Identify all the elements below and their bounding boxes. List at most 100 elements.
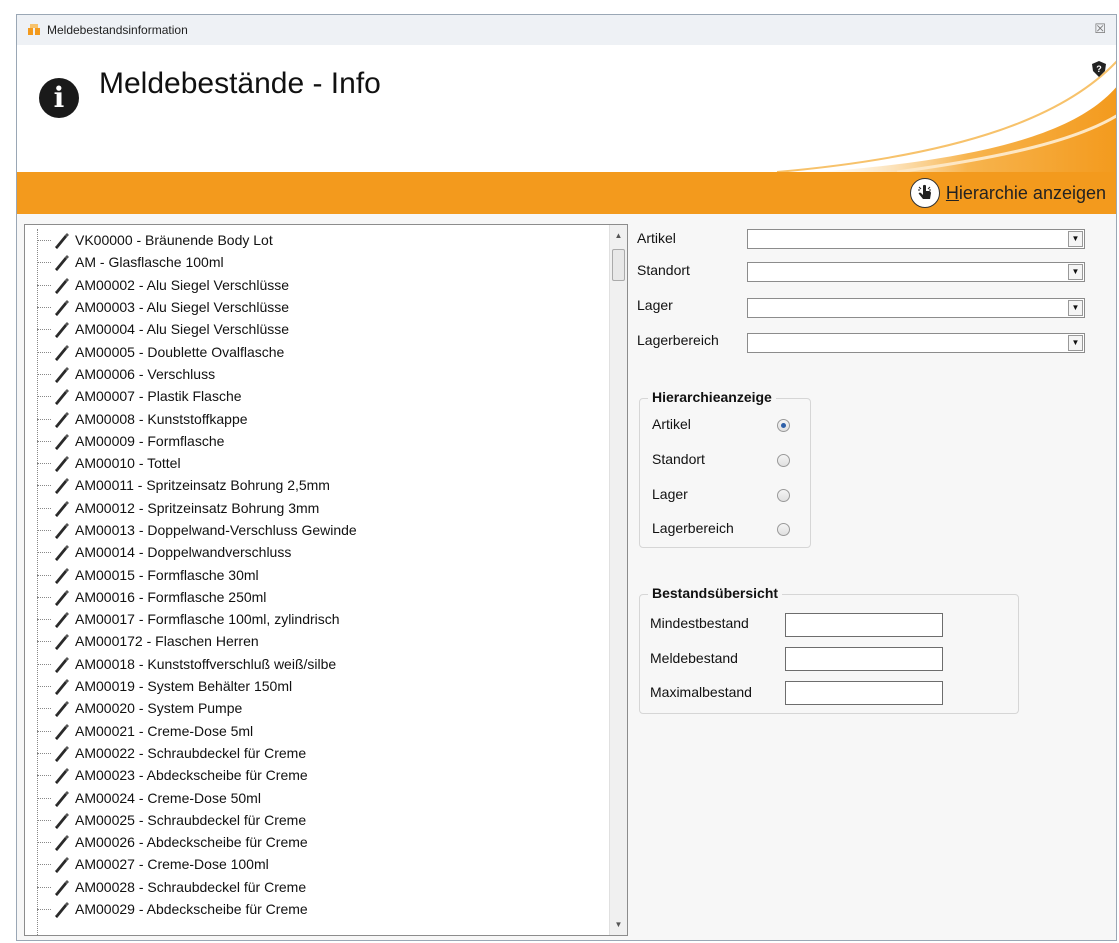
tool-icon [53,454,71,473]
tree-item[interactable]: AM00027 - Creme-Dose 100ml [25,853,609,875]
meldebestand-field[interactable] [785,647,943,671]
standort-select[interactable]: ▼ [747,262,1085,282]
tool-icon [53,878,71,896]
tree-item[interactable]: AM00013 - Doppelwand-Verschluss Gewinde [25,519,609,541]
standort-label: Standort [637,262,690,278]
tool-icon [53,610,71,629]
app-window: Meldebestandsinformation ☒ i Meldebestän… [16,14,1117,941]
tree-item[interactable]: AM00007 - Plastik Flasche [25,385,609,407]
tool-icon [53,543,71,562]
article-tree[interactable]: VK00000 - Bräunende Body Lot AM - Glasfla… [24,224,628,936]
radio-label-lager: Lager [652,486,688,502]
artikel-select[interactable]: ▼ [747,229,1085,249]
tree-item[interactable]: AM00009 - Formflasche [25,430,609,452]
tree-item[interactable]: AM00018 - Kunststoffverschluß weiß/silbe [25,653,609,675]
tree-item-label: AM00008 - Kunststoffkappe [75,410,248,427]
tree-item-label: VK00000 - Bräunende Body Lot [75,232,273,249]
tree-item-label: AM00003 - Alu Siegel Verschlüsse [75,299,290,316]
tool-icon [53,432,71,450]
tree-item[interactable]: AM00028 - Schraubdeckel für Creme [25,876,609,898]
tree-item-label: AM00017 - Formflasche 100ml, zylindrisch [75,611,340,628]
tree-item-label: AM00022 - Schraubdeckel für Creme [75,744,307,761]
tool-icon [53,365,71,383]
lagerbereich-label: Lagerbereich [637,332,719,348]
tree-item-label: AM00015 - Formflasche 30ml [75,566,259,583]
radio-label-lagerbereich: Lagerbereich [652,520,734,536]
tree-item-label: AM00021 - Creme-Dose 5ml [75,722,254,739]
tree-item-label: AM000172 - Flaschen Herren [75,633,259,650]
meldebestand-label: Meldebestand [650,650,738,666]
tree-item[interactable]: AM00024 - Creme-Dose 50ml [25,786,609,808]
tree-item-label: AM00005 - Doublette Ovalflasche [75,343,285,360]
tree-item[interactable]: AM000172 - Flaschen Herren [25,630,609,652]
tree-item[interactable]: VK00000 - Bräunende Body Lot [25,229,609,251]
tool-icon [53,566,71,584]
radio-artikel[interactable] [777,419,790,432]
tree-item-label: AM00014 - Doppelwandverschluss [75,544,292,561]
show-hierarchy-button[interactable]: Hierarchie anzeigen [909,177,1106,209]
tree-item[interactable]: AM00016 - Formflasche 250ml [25,586,609,608]
tree-item[interactable]: AM00008 - Kunststoffkappe [25,407,609,429]
tool-icon [53,655,71,673]
tree-item[interactable]: AM00014 - Doppelwandverschluss [25,541,609,563]
tree-item-label: AM00010 - Tottel [75,455,181,472]
tree-item[interactable]: AM00010 - Tottel [25,452,609,474]
tree-list: VK00000 - Bräunende Body Lot AM - Glasfla… [25,229,609,920]
tree-item[interactable]: AM00002 - Alu Siegel Verschlüsse [25,274,609,296]
tree-item-label: AM00024 - Creme-Dose 50ml [75,789,261,806]
scroll-thumb[interactable] [612,249,625,281]
radio-lager[interactable] [777,489,790,502]
tree-item[interactable]: AM00025 - Schraubdeckel für Creme [25,809,609,831]
tree-item[interactable]: AM00029 - Abdeckscheibe für Creme [25,898,609,920]
vertical-scrollbar[interactable]: ▲ ▼ [609,225,627,935]
tree-item[interactable]: AM00022 - Schraubdeckel für Creme [25,742,609,764]
tree-item-label: AM00011 - Spritzeinsatz Bohrung 2,5mm [75,477,330,494]
tree-item-label: AM00006 - Verschluss [75,365,216,382]
tool-icon [53,855,71,874]
tool-icon [53,744,71,762]
help-shield-icon[interactable]: ? [1092,61,1106,77]
tree-item[interactable]: AM00026 - Abdeckscheibe für Creme [25,831,609,853]
tree-item[interactable]: AM00021 - Creme-Dose 5ml [25,720,609,742]
tool-icon [53,499,71,517]
tree-item[interactable]: AM00004 - Alu Siegel Verschlüsse [25,318,609,340]
scroll-down-icon[interactable]: ▼ [610,916,627,933]
chevron-down-icon: ▼ [1068,335,1083,351]
chevron-down-icon: ▼ [1068,264,1083,280]
tree-item[interactable]: AM00023 - Abdeckscheibe für Creme [25,764,609,786]
tree-item[interactable]: AM00017 - Formflasche 100ml, zylindrisch [25,608,609,630]
info-icon: i [39,78,79,118]
mindestbestand-field[interactable] [785,613,943,637]
tree-item[interactable]: AM00012 - Spritzeinsatz Bohrung 3mm [25,497,609,519]
tool-icon [53,521,71,539]
tree-item-label: AM - Glasflasche 100ml [75,254,224,271]
tree-item[interactable]: AM00005 - Doublette Ovalflasche [25,340,609,362]
tree-item[interactable]: AM00011 - Spritzeinsatz Bohrung 2,5mm [25,474,609,496]
lagerbereich-select[interactable]: ▼ [747,333,1085,353]
lager-select[interactable]: ▼ [747,298,1085,318]
tree-item[interactable]: AM00003 - Alu Siegel Verschlüsse [25,296,609,318]
scroll-up-icon[interactable]: ▲ [610,227,627,244]
tree-item[interactable]: AM00020 - System Pumpe [25,697,609,719]
artikel-label: Artikel [637,230,676,246]
tree-item[interactable]: AM00006 - Verschluss [25,363,609,385]
tree-item[interactable]: AM00019 - System Behälter 150ml [25,675,609,697]
title-bar: Meldebestandsinformation ☒ [17,15,1116,46]
hierarchy-group: Hierarchieanzeige Artikel Standort Lager… [639,389,811,548]
page-title: Meldebestände - Info [99,67,381,100]
tool-icon [53,343,71,361]
tool-icon [53,789,71,807]
action-bar: Hierarchie anzeigen [17,172,1116,214]
radio-lagerbereich[interactable] [777,523,790,536]
hand-pointer-icon [909,178,940,208]
radio-standort[interactable] [777,454,790,467]
maximalbestand-field[interactable] [785,681,943,705]
radio-label-standort: Standort [652,451,705,467]
tree-item-label: AM00002 - Alu Siegel Verschlüsse [75,276,290,293]
tool-icon [53,298,71,317]
tree-item[interactable]: AM00015 - Formflasche 30ml [25,563,609,585]
close-icon[interactable]: ☒ [1094,21,1106,37]
tool-icon [53,811,71,829]
tree-item-label: AM00023 - Abdeckscheibe für Creme [75,767,308,784]
tree-item[interactable]: AM - Glasflasche 100ml [25,251,609,273]
